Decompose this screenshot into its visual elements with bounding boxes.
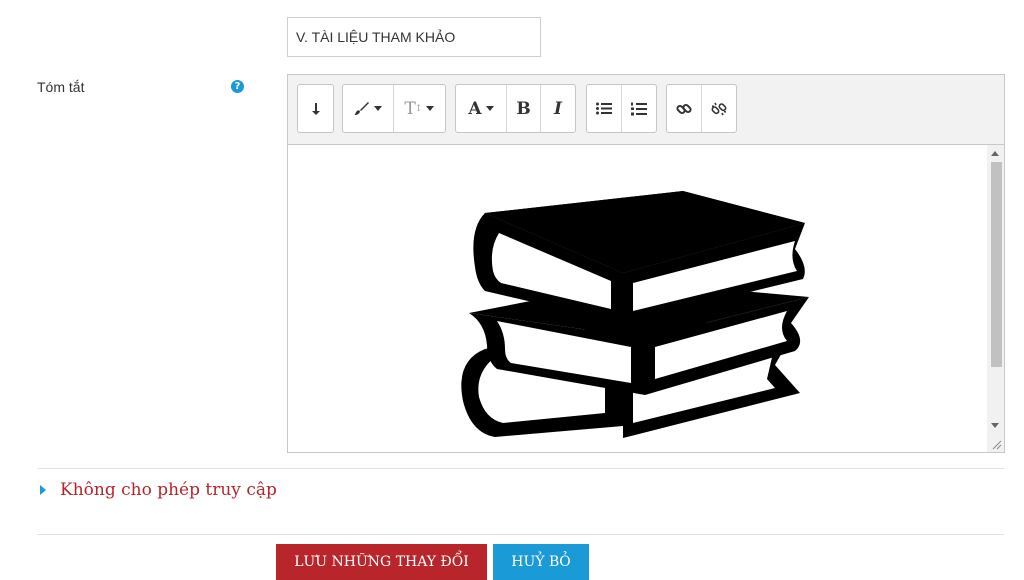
ordered-list-button[interactable]: [622, 85, 656, 132]
summary-editor: T ↕ A B I: [287, 74, 1005, 453]
ordered-list-icon: [631, 102, 647, 115]
brush-button[interactable]: [343, 85, 394, 132]
bold-icon: B: [516, 98, 531, 119]
help-icon[interactable]: ?: [231, 80, 244, 93]
toolbar-group-lists: [586, 84, 657, 133]
caret-right-icon: [40, 485, 46, 495]
brush-icon: [354, 101, 369, 115]
toolbar-group-toggle: [297, 84, 334, 133]
font-color-icon: A: [468, 98, 482, 119]
section-name-input[interactable]: V. TÀI LIỆU THAM KHẢO: [287, 17, 541, 57]
unordered-list-button[interactable]: [587, 85, 622, 132]
restrict-access-label: Không cho phép truy cập: [60, 480, 277, 500]
section-divider-bottom: [37, 534, 1004, 535]
toolbar-group-links: [666, 84, 737, 133]
resize-grip-icon[interactable]: [992, 440, 1002, 450]
stacked-books-icon: [461, 191, 809, 438]
font-color-button[interactable]: A: [456, 85, 507, 132]
editor-scrollbar[interactable]: [987, 145, 1004, 452]
section-name-value: V. TÀI LIỆU THAM KHẢO: [296, 29, 456, 45]
unordered-list-icon: [596, 102, 612, 115]
summary-label: Tóm tắt: [37, 79, 85, 95]
italic-button[interactable]: I: [541, 85, 575, 132]
link-button[interactable]: [667, 85, 702, 132]
section-divider-top: [37, 468, 1004, 469]
scroll-thumb[interactable]: [991, 162, 1002, 367]
toolbar-toggle-button[interactable]: [298, 85, 333, 132]
font-size-button[interactable]: T ↕: [394, 85, 445, 132]
unlink-icon: [711, 102, 727, 115]
scroll-down-arrow-icon[interactable]: [991, 423, 999, 428]
unlink-button[interactable]: [702, 85, 736, 132]
toolbar-toggle-icon: [311, 102, 320, 115]
link-icon: [676, 103, 692, 114]
restrict-access-toggle[interactable]: Không cho phép truy cập: [40, 480, 277, 500]
toolbar-group-style: T ↕: [342, 84, 446, 133]
cancel-button[interactable]: HUỶ BỎ: [493, 544, 589, 580]
bold-button[interactable]: B: [507, 85, 541, 132]
scroll-up-arrow-icon[interactable]: [991, 151, 999, 156]
italic-icon: I: [554, 98, 562, 119]
save-changes-button[interactable]: LƯU NHỮNG THAY ĐỔI: [276, 544, 487, 580]
toolbar-group-format: A B I: [455, 84, 576, 133]
editor-toolbar: T ↕ A B I: [288, 75, 1004, 145]
editor-content-area[interactable]: [288, 144, 1004, 452]
